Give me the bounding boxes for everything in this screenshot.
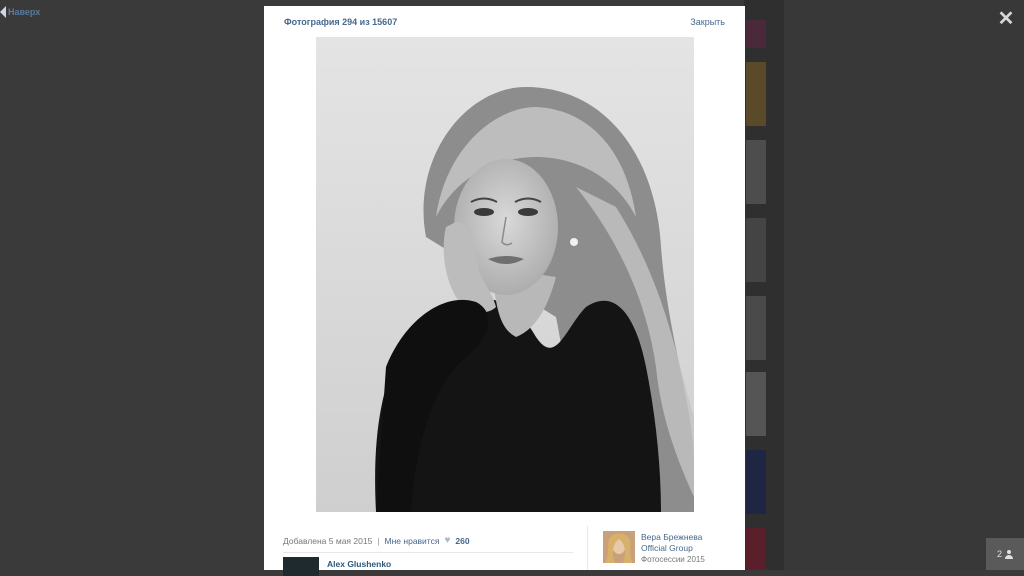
- like-button[interactable]: Мне нравится: [385, 536, 440, 546]
- online-counter-badge[interactable]: 2: [986, 538, 1024, 570]
- photo-counter-title: Фотография 294 из 15607: [284, 17, 398, 27]
- background-thumbnail: [746, 372, 766, 436]
- close-link[interactable]: Закрыть: [690, 17, 725, 27]
- arrow-left-icon: [0, 6, 6, 18]
- person-icon: [1005, 549, 1013, 559]
- added-date: Добавлена 5 мая 2015: [283, 535, 373, 546]
- background-thumbnail: [746, 20, 766, 48]
- album-name-link[interactable]: Фотосессии 2015: [641, 555, 705, 564]
- group-avatar[interactable]: [603, 531, 635, 563]
- comment-avatar[interactable]: [283, 557, 319, 576]
- heart-icon[interactable]: ♥: [444, 535, 450, 546]
- like-count[interactable]: 260: [455, 536, 469, 546]
- back-to-top-link[interactable]: Наверх: [0, 6, 40, 18]
- comment-author-link[interactable]: Alex Glushenko: [327, 559, 391, 569]
- background-thumbnail: [746, 218, 766, 282]
- background-thumbnail: [746, 140, 766, 204]
- photo-meta: Добавлена 5 мая 2015 | Мне нравится ♥ 26…: [283, 535, 470, 546]
- meta-separator: |: [377, 535, 380, 546]
- divider: [283, 552, 573, 553]
- photo-viewer: Фотография 294 из 15607 Закрыть Добавлен…: [264, 6, 745, 576]
- main-photo[interactable]: [316, 37, 694, 512]
- close-icon[interactable]: ✕: [997, 9, 1015, 29]
- background-thumbnail: [746, 528, 766, 570]
- background-thumbnail: [746, 450, 766, 514]
- vertical-divider: [587, 526, 588, 570]
- group-name-link[interactable]: Вера Брежнева Official Group: [641, 532, 721, 554]
- group-avatar-image: [603, 531, 635, 563]
- background-thumbnail: [746, 62, 766, 126]
- back-to-top-label: Наверх: [8, 7, 41, 17]
- counter-value: 2: [996, 549, 1002, 559]
- background-page-right: [784, 0, 1024, 570]
- portrait-photo: [316, 37, 694, 512]
- background-thumbnail: [746, 296, 766, 360]
